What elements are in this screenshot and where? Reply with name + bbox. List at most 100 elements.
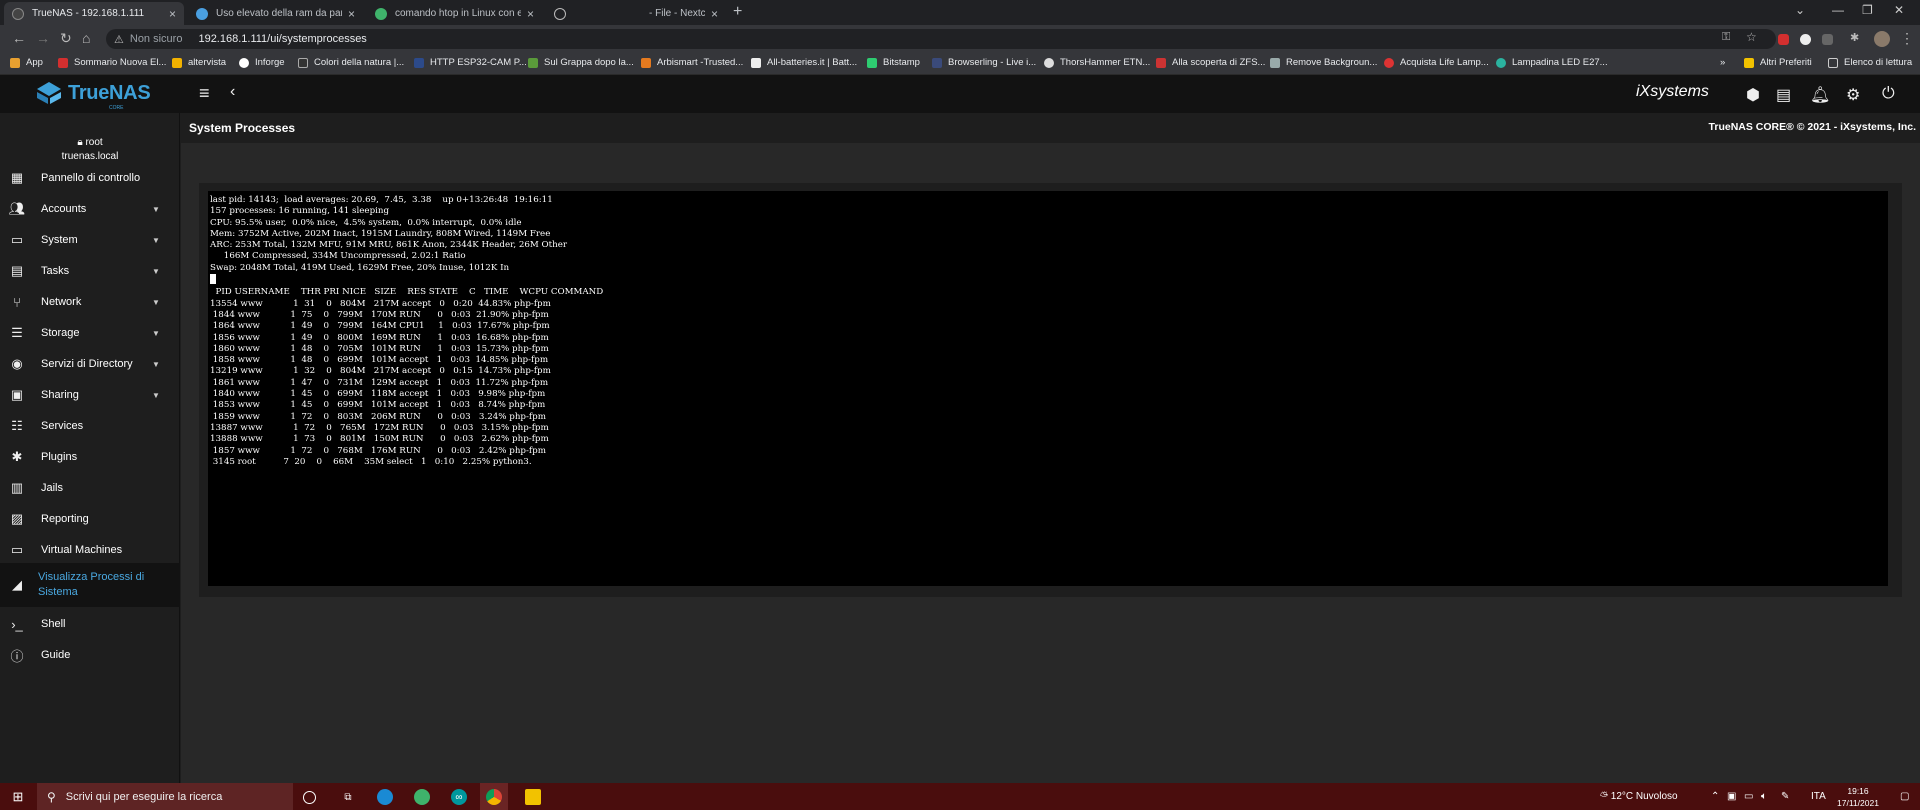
storage-icon: ☰: [11, 325, 23, 340]
file-explorer-icon[interactable]: [525, 789, 541, 805]
chrome-icon: [486, 788, 502, 805]
expand-arrow-icon: ▼: [152, 235, 160, 245]
windows-start-icon[interactable]: ⊞: [10, 789, 26, 805]
bookmark-item[interactable]: HTTP ESP32-CAM P...: [414, 57, 527, 68]
sidebar-item-label: Virtual Machines: [41, 544, 123, 556]
home-icon[interactable]: ⌂: [82, 30, 90, 46]
bookmark-item[interactable]: ThorsHammer ETN...: [1044, 57, 1150, 68]
bookmark-favicon-icon: [932, 57, 942, 68]
bookmarks-overflow[interactable]: »: [1720, 57, 1725, 68]
chrome-taskbar-button[interactable]: [480, 783, 508, 810]
settings-gear-icon[interactable]: ⚙: [1846, 85, 1860, 105]
browser-tab-strip: TrueNAS - 192.168.1.111 × Uso elevato de…: [0, 0, 1920, 25]
tasks-icon[interactable]: ▤: [1776, 85, 1791, 105]
task-view-icon[interactable]: ⧉: [340, 789, 356, 805]
search-icon: ⚲: [47, 789, 56, 804]
reload-icon[interactable]: ↻: [60, 30, 72, 47]
arduino-icon[interactable]: ∞: [451, 789, 467, 805]
bookmark-apps[interactable]: App: [10, 57, 43, 68]
dashboard-icon: ▦: [10, 170, 24, 185]
pen-icon[interactable]: ✎: [1781, 791, 1789, 802]
app-header: TrueNAS CORE ≡ ‹ iXsystems ⬢ ▤ 🔔︎ ⚙ ⏻: [0, 75, 1920, 113]
tab-nextcloud[interactable]: - File - Nextclo ×: [546, 2, 726, 25]
extension-cloud-icon[interactable]: [1800, 34, 1811, 45]
bookmark-item[interactable]: Arbismart -Trusted...: [641, 57, 743, 68]
expand-arrow-icon: ▼: [152, 328, 160, 338]
truenas-logo[interactable]: TrueNAS CORE: [36, 81, 151, 111]
extension-red-icon[interactable]: [1778, 34, 1789, 45]
close-tab-icon[interactable]: ×: [711, 7, 718, 21]
bookmark-item[interactable]: Alla scoperta di ZFS...: [1156, 57, 1265, 68]
sidebar-item-guide[interactable]: ⓘ Guide: [0, 637, 180, 673]
display-icon[interactable]: ▭: [1744, 791, 1753, 802]
close-tab-icon[interactable]: ×: [169, 7, 176, 21]
bookmark-item[interactable]: Bitstamp: [867, 57, 920, 68]
extension-grey-icon[interactable]: [1822, 34, 1833, 45]
key-icon[interactable]: ⚿: [1722, 31, 1730, 44]
bookmark-item[interactable]: Acquista Life Lamp...: [1384, 57, 1489, 68]
bookmark-item[interactable]: altervista: [172, 57, 226, 68]
page-title-band: [181, 113, 1920, 143]
taskbar-search[interactable]: ⚲ Scrivi qui per eseguire la ricerca: [37, 783, 293, 810]
address-bar[interactable]: ⚠ Non sicuro 192.168.1.111/ui/systemproc…: [106, 29, 1776, 49]
notifications-bell-icon[interactable]: 🔔︎: [1810, 85, 1830, 105]
tray-app-icon[interactable]: ▣: [1727, 791, 1736, 802]
minimize-icon[interactable]: —: [1832, 3, 1844, 17]
language-indicator[interactable]: ITA: [1811, 791, 1826, 802]
star-icon[interactable]: ☆: [1746, 30, 1757, 44]
process-row: 1860 www 1 48 0 705M 101M RUN 1 0:03 15.…: [210, 343, 549, 354]
power-icon[interactable]: ⏻: [1882, 85, 1895, 103]
bookmark-item[interactable]: Browserling - Live i...: [932, 57, 1036, 68]
bookmark-item[interactable]: Remove Backgroun...: [1270, 57, 1377, 68]
bookmark-favicon-icon: [1044, 57, 1054, 68]
sharing-icon: ▣: [10, 387, 24, 402]
bookmark-item[interactable]: Sul Grappa dopo la...: [528, 57, 634, 68]
edge-icon[interactable]: [377, 789, 393, 805]
weather-widget[interactable]: ⛅︎ 12°C Nuvoloso: [1600, 791, 1678, 802]
tab-truenas[interactable]: TrueNAS - 192.168.1.111 ×: [4, 2, 184, 25]
profile-avatar[interactable]: [1874, 31, 1890, 47]
clock-date: 17/11/2021: [1837, 798, 1879, 808]
app-green-icon[interactable]: [414, 789, 430, 805]
sidebar-item-visualizza-processi-di-sistema[interactable]: ◢ Visualizza Processi di Sistema: [0, 563, 180, 607]
notification-center-icon[interactable]: ▢: [1900, 791, 1909, 802]
reading-list[interactable]: Elenco di lettura: [1828, 57, 1912, 68]
taskbar-clock[interactable]: 19:16 17/11/2021: [1833, 785, 1883, 809]
bookmark-item[interactable]: Sommario Nuova El...: [58, 57, 166, 68]
tab-htop[interactable]: comando htop in Linux con esem ×: [367, 2, 542, 25]
window-close-icon[interactable]: ✕: [1894, 3, 1904, 17]
forward-icon[interactable]: →: [36, 30, 50, 46]
expand-arrow-icon: ▼: [152, 297, 160, 307]
bookmark-item[interactable]: Lampadina LED E27...: [1496, 57, 1608, 68]
close-tab-icon[interactable]: ×: [348, 7, 355, 21]
restore-icon[interactable]: ❐: [1862, 3, 1873, 17]
sidebar-item-label: Jails: [41, 482, 64, 494]
taskbar: ⊞ ⚲ Scrivi qui per eseguire la ricerca ⧉…: [0, 783, 1920, 810]
bookmark-item[interactable]: Inforge: [239, 57, 285, 68]
bookmark-favicon-icon: [239, 57, 249, 68]
menu-icon[interactable]: ≡: [199, 83, 210, 104]
tab-search-icon[interactable]: ⌄: [1795, 3, 1805, 17]
tray-chevron-icon[interactable]: ⌃: [1711, 791, 1719, 802]
close-tab-icon[interactable]: ×: [527, 7, 534, 21]
bookmark-item[interactable]: Colori della natura |...: [298, 57, 404, 68]
bookmark-other-folder[interactable]: Altri Preferiti: [1744, 57, 1812, 68]
sidebar: 🔒︎ root truenas.local ▦ Pannello di contr…: [0, 113, 180, 783]
truecommand-icon[interactable]: ⬢: [1746, 85, 1760, 105]
bookmark-item[interactable]: All-batteries.it | Batt...: [751, 57, 857, 68]
collapse-chevron-icon[interactable]: ‹: [230, 83, 235, 101]
reading-list-icon: [1828, 57, 1838, 68]
expand-arrow-icon: ▼: [152, 204, 160, 214]
back-icon[interactable]: ←: [12, 30, 26, 46]
top-terminal[interactable]: last pid: 14143; load averages: 20.69, 7…: [208, 191, 1888, 586]
folder-icon: [1744, 57, 1754, 68]
tab-ram-usage[interactable]: Uso elevato della ram da parte d ×: [188, 2, 363, 25]
network-icon: ⑂: [13, 294, 21, 310]
process-row: 1853 www 1 45 0 699M 101M accept 1 0:03 …: [210, 400, 546, 411]
browser-menu-icon[interactable]: ⋮: [1900, 30, 1914, 47]
new-tab-icon[interactable]: +: [733, 3, 742, 21]
process-table-header: PID USERNAME THR PRI NICE SIZE RES STATE…: [210, 287, 604, 298]
cortana-icon[interactable]: [303, 791, 316, 804]
volume-icon[interactable]: 🔈︎: [1761, 791, 1767, 802]
extensions-puzzle-icon[interactable]: ✱: [1850, 31, 1859, 44]
